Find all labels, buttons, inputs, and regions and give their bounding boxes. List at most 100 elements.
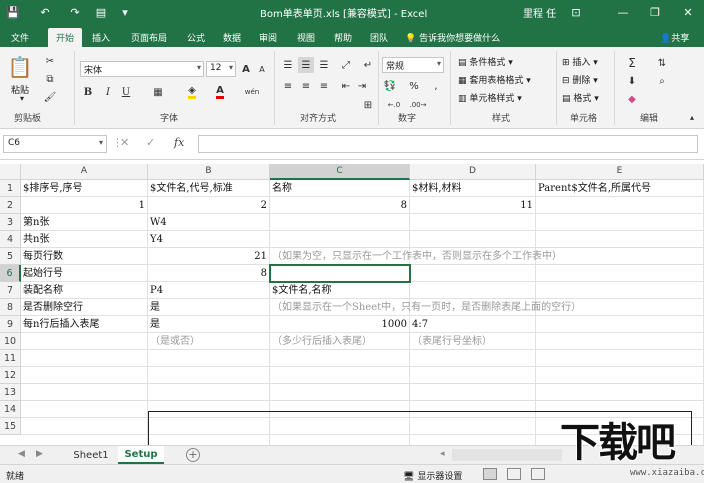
cell-a4[interactable]: 共n张 [21, 231, 148, 248]
minimize-button[interactable]: — [612, 3, 634, 21]
cell-d10[interactable]: （表尾行号坐标） [410, 333, 536, 350]
row-header[interactable]: 1 [0, 180, 21, 197]
cell-c7[interactable]: $文件名,名称 [270, 282, 410, 299]
percent-style-button[interactable]: % [406, 78, 422, 94]
empty-cell[interactable] [410, 350, 536, 367]
align-left-icon[interactable]: ≡ [280, 78, 296, 94]
next-sheet-icon[interactable]: ▶ [36, 449, 43, 459]
name-box[interactable]: C6 ▾ [3, 135, 107, 153]
empty-cell[interactable] [148, 435, 270, 445]
empty-cell[interactable] [410, 367, 536, 384]
cancel-icon[interactable]: ✕ [120, 136, 129, 149]
cell-b6[interactable]: 8 [148, 265, 270, 282]
tell-me-search[interactable]: 💡 告诉我你想要做什么 [405, 31, 500, 44]
prev-sheet-icon[interactable]: ◀ [18, 449, 25, 459]
cell-c6-selected[interactable] [269, 264, 411, 283]
empty-cell[interactable] [536, 214, 704, 231]
orientation-icon[interactable]: ⤢ [338, 57, 354, 73]
display-settings-button[interactable]: 🖥 显示器设置 [403, 469, 462, 482]
cut-icon[interactable]: ✂ [42, 53, 58, 69]
underline-button[interactable]: U [118, 84, 134, 100]
conditional-formatting-button[interactable]: ▤ 条件格式 ▾ [458, 55, 513, 68]
empty-cell[interactable] [410, 435, 536, 445]
empty-cell[interactable] [270, 384, 410, 401]
tab-view[interactable]: 视图 [290, 28, 322, 47]
merge-center-icon[interactable]: ⊞ [360, 97, 376, 113]
borders-icon[interactable]: ▦ [150, 84, 166, 100]
save-icon[interactable]: 💾 [4, 4, 22, 20]
redo-icon[interactable]: ↷ [66, 4, 84, 20]
row-header[interactable]: 8 [0, 299, 21, 316]
row-header[interactable]: 12 [0, 367, 21, 384]
row-header[interactable]: 6 [0, 265, 21, 282]
empty-cell[interactable] [270, 214, 410, 231]
empty-cell[interactable] [536, 282, 704, 299]
row-header[interactable]: 14 [0, 401, 21, 418]
empty-cell[interactable] [536, 316, 704, 333]
empty-cell[interactable] [536, 197, 704, 214]
italic-button[interactable]: I [100, 84, 116, 100]
empty-cell[interactable] [148, 350, 270, 367]
empty-cell[interactable] [270, 367, 410, 384]
restore-button[interactable]: ❐ [644, 3, 666, 21]
cell-b2[interactable]: 2 [148, 197, 270, 214]
cell-a9[interactable]: 每n行后插入表尾 [21, 316, 148, 333]
format-painter-icon[interactable]: 🖌 [42, 89, 58, 105]
empty-cell[interactable] [148, 384, 270, 401]
paste-dropdown-icon[interactable]: ▾ [20, 94, 24, 103]
empty-cell[interactable] [536, 350, 704, 367]
cell-c9[interactable]: 1000 [270, 316, 410, 333]
paste-icon[interactable]: 📋 [8, 53, 33, 81]
empty-cell[interactable] [536, 401, 704, 418]
column-header-d[interactable]: D [410, 164, 536, 180]
find-select-icon[interactable]: ⌕ [654, 73, 670, 89]
horizontal-scrollbar[interactable] [452, 449, 562, 461]
cell-a7[interactable]: 装配名称 [21, 282, 148, 299]
row-header[interactable]: 4 [0, 231, 21, 248]
tab-insert[interactable]: 插入 [84, 28, 118, 47]
empty-cell[interactable] [21, 384, 148, 401]
cell-b10[interactable]: （是或否） [148, 333, 270, 350]
increase-indent-icon[interactable]: ⇥ [354, 78, 370, 94]
sheet-tab-setup[interactable]: Setup [118, 446, 164, 464]
align-center-icon[interactable]: ≡ [298, 78, 314, 94]
row-header[interactable]: 11 [0, 350, 21, 367]
column-header-a[interactable]: A [21, 164, 148, 180]
cell-c1[interactable]: 名称 [270, 180, 410, 197]
tab-data[interactable]: 数据 [216, 28, 248, 47]
user-name[interactable]: 里程 任 [523, 5, 556, 20]
insert-function-icon[interactable]: fx [174, 136, 184, 149]
cell-a5[interactable]: 每页行数 [21, 248, 148, 265]
copy-icon[interactable]: ⧉ [42, 71, 58, 87]
select-all-corner[interactable] [0, 164, 21, 180]
empty-cell[interactable] [270, 231, 410, 248]
decrease-indent-icon[interactable]: ⇤ [338, 78, 354, 94]
tab-help[interactable]: 帮助 [327, 28, 359, 47]
page-break-view-icon[interactable] [531, 468, 545, 480]
empty-cell[interactable] [21, 418, 148, 435]
cell-styles-button[interactable]: ▥ 单元格样式 ▾ [458, 91, 522, 104]
align-right-icon[interactable]: ≡ [316, 78, 332, 94]
row-header[interactable]: 3 [0, 214, 21, 231]
empty-cell[interactable] [21, 333, 148, 350]
fill-color-icon[interactable]: ◈ [184, 84, 200, 100]
delete-cells-button[interactable]: ⊟ 删除 ▾ [562, 73, 598, 86]
align-top-icon[interactable]: ☰ [280, 57, 296, 73]
empty-cell[interactable] [148, 367, 270, 384]
cell-b4[interactable]: Y4 [148, 231, 270, 248]
fill-icon[interactable]: ⬇ [624, 73, 640, 89]
column-header-e[interactable]: E [536, 164, 704, 180]
cell-b5[interactable]: 21 [148, 248, 270, 265]
empty-cell[interactable] [410, 265, 536, 282]
font-color-icon[interactable]: A [212, 84, 228, 100]
bold-button[interactable]: B [80, 84, 96, 100]
empty-cell[interactable] [21, 401, 148, 418]
empty-cell[interactable] [21, 350, 148, 367]
format-cells-button[interactable]: ▤ 格式 ▾ [562, 91, 599, 104]
empty-cell[interactable] [148, 418, 270, 435]
page-layout-view-icon[interactable] [507, 468, 521, 480]
row-header[interactable]: 5 [0, 248, 21, 265]
cell-d9[interactable]: 4:7 [410, 316, 536, 333]
wrap-text-icon[interactable]: ↵ [360, 57, 376, 73]
comma-style-button[interactable]: , [428, 78, 444, 94]
